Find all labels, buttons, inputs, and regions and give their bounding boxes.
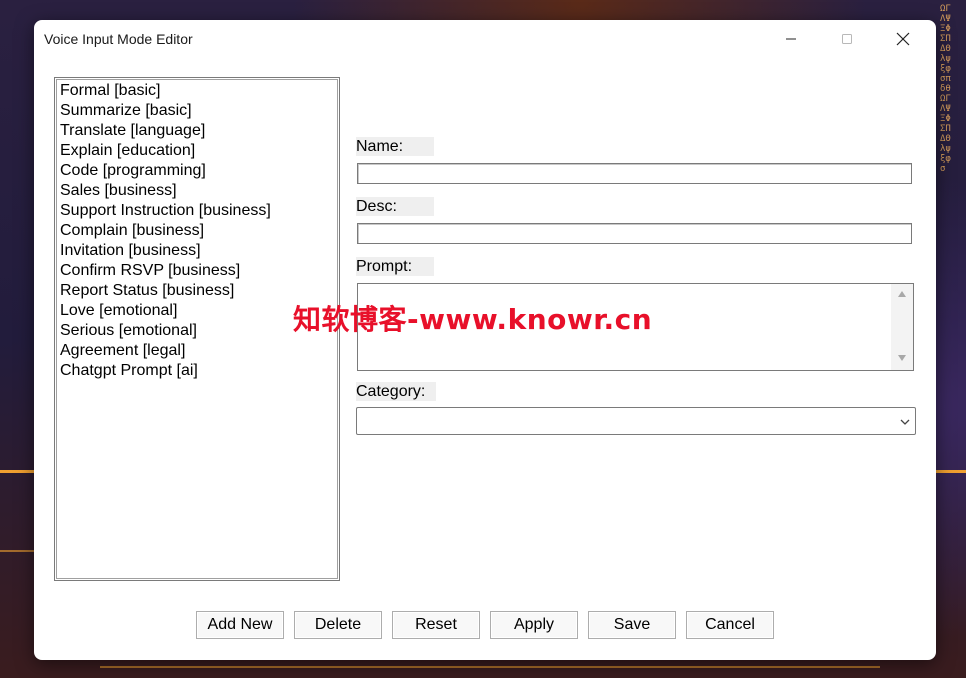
minimize-button[interactable]: [768, 20, 814, 58]
list-item[interactable]: Serious [emotional]: [60, 321, 339, 341]
desktop-glyph-column: ΩΓΛΨΞΦΣΠΔΘλψξφσπδθΩΓΛΨΞΦΣΠΔΘλψξφσ: [940, 4, 951, 174]
name-label: Name:: [356, 137, 434, 156]
list-item[interactable]: Formal [basic]: [60, 81, 339, 101]
list-item[interactable]: Chatgpt Prompt [ai]: [60, 361, 339, 381]
close-icon: [896, 32, 910, 46]
close-button[interactable]: [880, 20, 926, 58]
list-item[interactable]: Invitation [business]: [60, 241, 339, 261]
desktop-accent-line: [0, 550, 34, 552]
window-title: Voice Input Mode Editor: [44, 31, 193, 47]
modes-listbox[interactable]: Formal [basic] Summarize [basic] Translate…: [54, 77, 340, 581]
desktop-accent-line: [0, 470, 34, 473]
list-item[interactable]: Confirm RSVP [business]: [60, 261, 339, 281]
minimize-icon: [786, 38, 796, 40]
apply-button[interactable]: Apply: [490, 611, 578, 639]
list-item[interactable]: Love [emotional]: [60, 301, 339, 321]
desktop-accent-line: [936, 470, 966, 473]
list-item[interactable]: Agreement [legal]: [60, 341, 339, 361]
maximize-icon: [842, 34, 852, 44]
title-bar[interactable]: Voice Input Mode Editor: [34, 20, 936, 58]
category-label: Category:: [356, 382, 436, 401]
cancel-button[interactable]: Cancel: [686, 611, 774, 639]
editor-window: Voice Input Mode Editor Formal [basic] Su…: [34, 20, 936, 660]
list-item[interactable]: Complain [business]: [60, 221, 339, 241]
chevron-down-icon: [900, 419, 910, 425]
list-item[interactable]: Translate [language]: [60, 121, 339, 141]
list-item[interactable]: Sales [business]: [60, 181, 339, 201]
scroll-down-arrow-icon[interactable]: [896, 352, 908, 364]
desc-label: Desc:: [356, 197, 434, 216]
list-item[interactable]: Support Instruction [business]: [60, 201, 339, 221]
desktop-accent-line: [100, 666, 880, 668]
maximize-button[interactable]: [824, 20, 870, 58]
prompt-textarea[interactable]: [358, 284, 891, 370]
save-button[interactable]: Save: [588, 611, 676, 639]
prompt-label: Prompt:: [356, 257, 434, 276]
list-item[interactable]: Explain [education]: [60, 141, 339, 161]
modes-list: Formal [basic] Summarize [basic] Translate…: [55, 78, 339, 381]
desc-field[interactable]: [357, 223, 912, 244]
list-item[interactable]: Report Status [business]: [60, 281, 339, 301]
scroll-up-arrow-icon[interactable]: [896, 288, 908, 300]
prompt-textarea-frame: [357, 283, 914, 371]
name-field[interactable]: [357, 163, 912, 184]
add-new-button[interactable]: Add New: [196, 611, 284, 639]
delete-button[interactable]: Delete: [294, 611, 382, 639]
category-combobox[interactable]: [356, 407, 916, 435]
reset-button[interactable]: Reset: [392, 611, 480, 639]
prompt-scrollbar[interactable]: [891, 284, 913, 370]
list-item[interactable]: Code [programming]: [60, 161, 339, 181]
list-item[interactable]: Summarize [basic]: [60, 101, 339, 121]
